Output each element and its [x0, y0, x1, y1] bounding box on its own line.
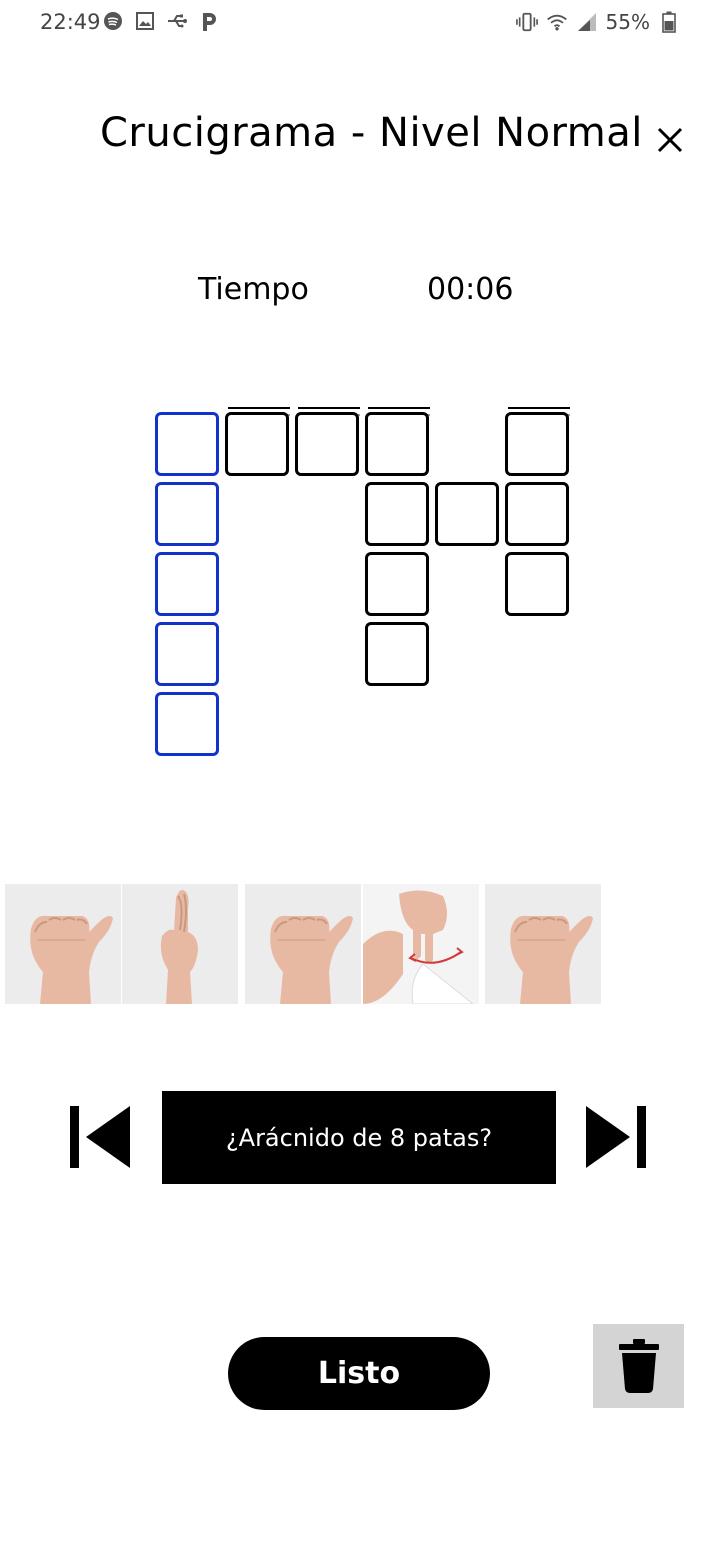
image-icon	[134, 10, 156, 32]
spotify-icon	[102, 10, 124, 32]
sign-a-hand	[245, 884, 361, 1004]
crossword-cell[interactable]	[295, 412, 359, 476]
close-button[interactable]	[652, 122, 688, 158]
crossword-cell[interactable]	[505, 552, 569, 616]
crossword-cell[interactable]	[365, 622, 429, 686]
page-title: Crucigrama - Nivel Normal	[100, 110, 643, 156]
crossword-cell[interactable]	[365, 412, 429, 476]
sign-n-hand	[363, 884, 479, 1004]
skip-next-icon	[586, 1106, 646, 1168]
vibrate-icon	[515, 11, 538, 33]
timer-label: Tiempo	[198, 272, 309, 307]
sign-a-hand	[485, 884, 601, 1004]
crossword-cell-active[interactable]	[155, 412, 219, 476]
delete-button[interactable]	[593, 1324, 684, 1408]
crossword-cell[interactable]	[505, 482, 569, 546]
previous-clue-button[interactable]	[68, 1106, 132, 1168]
done-button[interactable]: Listo	[228, 1337, 490, 1410]
next-clue-button[interactable]	[584, 1106, 648, 1168]
status-bar: 22:49 55%	[0, 0, 720, 48]
crossword-cell-active[interactable]	[155, 692, 219, 756]
sign-a-hand	[5, 884, 121, 1004]
crossword-cell[interactable]	[225, 412, 289, 476]
battery-icon	[658, 11, 680, 33]
clue-text: ¿Arácnido de 8 patas?	[162, 1091, 556, 1184]
battery-percent: 55%	[605, 10, 650, 34]
skip-previous-icon	[70, 1106, 130, 1168]
timer-value: 00:06	[427, 272, 514, 307]
signal-icon	[576, 11, 598, 33]
trash-icon	[618, 1339, 659, 1393]
crossword-cell-active[interactable]	[155, 552, 219, 616]
parking-icon	[198, 10, 220, 32]
status-left-icons	[102, 10, 220, 32]
sign-r-hand	[122, 884, 238, 1004]
wifi-icon	[546, 11, 568, 33]
usb-icon	[166, 10, 188, 32]
status-time: 22:49	[40, 10, 101, 34]
crossword-cell[interactable]	[365, 482, 429, 546]
crossword-cell-active[interactable]	[155, 482, 219, 546]
crossword-cell-active[interactable]	[155, 622, 219, 686]
close-icon	[657, 127, 683, 153]
status-right-icons: 55%	[515, 10, 680, 34]
crossword-cell[interactable]	[435, 482, 499, 546]
crossword-cell[interactable]	[365, 552, 429, 616]
crossword-cell[interactable]	[505, 412, 569, 476]
